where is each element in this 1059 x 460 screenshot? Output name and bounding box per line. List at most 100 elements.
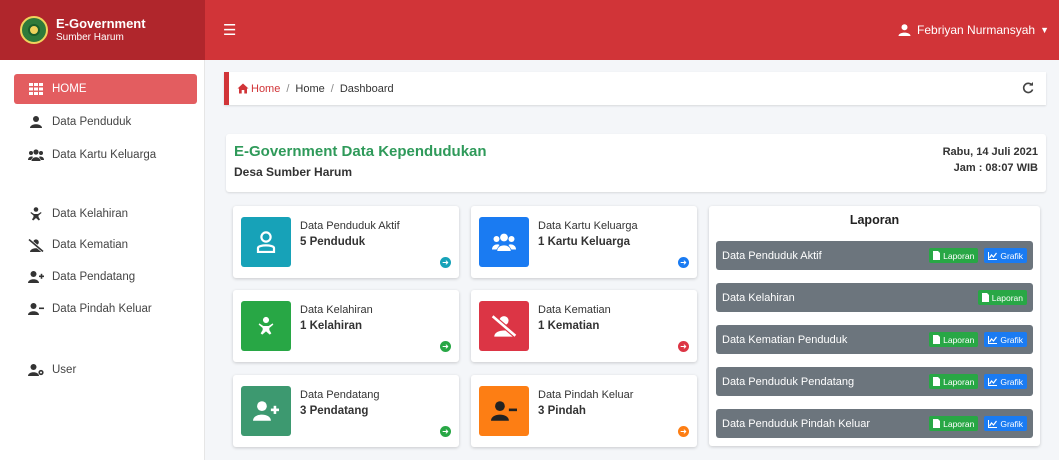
- stat-card-kartu-keluarga[interactable]: Data Kartu Keluarga 1 Kartu Keluarga ➜: [471, 206, 697, 278]
- user-name: Febriyan Nurmansyah: [917, 23, 1036, 37]
- sidebar-item-label: Data Pindah Keluar: [52, 303, 152, 315]
- report-title: Laporan: [849, 213, 900, 227]
- file-icon: [933, 419, 941, 428]
- stat-card-pindah-keluar[interactable]: Data Pindah Keluar 3 Pindah ➜: [471, 375, 697, 447]
- grafik-button[interactable]: Grafik: [984, 332, 1027, 347]
- report-row-pindah-keluar: Data Penduduk Pindah Keluar Laporan Graf…: [716, 409, 1033, 438]
- sidebar-item-data-kartu-keluarga[interactable]: Data Kartu Keluarga: [14, 140, 197, 170]
- arrow-right-circle-icon[interactable]: ➜: [678, 426, 689, 437]
- sidebar-item-home[interactable]: HOME: [14, 74, 197, 104]
- grafik-button[interactable]: Grafik: [984, 374, 1027, 389]
- breadcrumb-home-link[interactable]: Home: [237, 83, 280, 95]
- arrow-right-circle-icon[interactable]: ➜: [440, 257, 451, 268]
- user-minus-icon: [479, 386, 529, 436]
- users-icon: [28, 148, 44, 162]
- stat-card-kelahiran[interactable]: Data Kelahiran 1 Kelahiran ➜: [233, 290, 459, 362]
- file-icon: [933, 377, 941, 386]
- stat-value: 1 Kelahiran: [300, 320, 362, 332]
- sidebar-item-label: Data Kartu Keluarga: [52, 149, 157, 161]
- stat-label: Data Kelahiran: [300, 304, 373, 316]
- navbar: ☰ Febriyan Nurmansyah ▼: [205, 0, 1059, 60]
- chart-icon: [988, 377, 998, 386]
- page-title: E-Government Data Kependudukan: [234, 143, 487, 160]
- breadcrumb-bar: Home / Home / Dashboard: [224, 72, 1046, 105]
- file-icon: [981, 293, 989, 302]
- laporan-button[interactable]: Laporan: [977, 290, 1027, 305]
- brand-logo: [20, 16, 48, 44]
- chart-icon: [988, 251, 998, 260]
- brand-subtitle: Sumber Harum: [56, 31, 124, 43]
- sidebar-item-label: Data Pendatang: [52, 271, 136, 283]
- chart-icon: [988, 419, 998, 428]
- sidebar-item-label: HOME: [52, 83, 87, 95]
- page-subtitle: Desa Sumber Harum: [234, 165, 353, 179]
- sidebar-item-label: Data Kematian: [52, 239, 129, 251]
- stat-value: 3 Pindah: [538, 405, 586, 417]
- report-row-label: Data Kelahiran: [722, 291, 795, 304]
- chart-icon: [988, 335, 998, 344]
- home-icon: [237, 83, 249, 94]
- arrow-right-circle-icon[interactable]: ➜: [440, 341, 451, 352]
- sidebar-item-data-kelahiran[interactable]: Data Kelahiran: [14, 199, 197, 229]
- user-menu[interactable]: Febriyan Nurmansyah ▼: [898, 23, 1049, 37]
- header-card: E-Government Data Kependudukan Desa Sumb…: [226, 134, 1046, 192]
- user-outline-icon: [241, 217, 291, 267]
- arrow-right-circle-icon[interactable]: ➜: [678, 257, 689, 268]
- sidebar-item-data-penduduk[interactable]: Data Penduduk: [14, 107, 197, 137]
- sidebar-item-data-pendatang[interactable]: Data Pendatang: [14, 262, 197, 292]
- sidebar: HOME Data Penduduk Data Kartu Keluarga D…: [0, 60, 205, 460]
- report-row-kelahiran: Data Kelahiran Laporan: [716, 283, 1033, 312]
- stat-label: Data Kematian: [538, 304, 611, 316]
- report-row-label: Data Penduduk Aktif: [722, 249, 822, 262]
- sidebar-item-label: User: [52, 364, 77, 376]
- grafik-button[interactable]: Grafik: [984, 416, 1027, 431]
- top-bar: E-Government Sumber Harum ☰ Febriyan Nur…: [0, 0, 1059, 60]
- grid-icon: [28, 82, 44, 96]
- breadcrumb: Home / Home / Dashboard: [237, 83, 394, 95]
- user-icon: [28, 115, 44, 129]
- laporan-button[interactable]: Laporan: [929, 374, 979, 389]
- stat-value: 1 Kartu Keluarga: [538, 236, 631, 248]
- baby-icon: [241, 301, 291, 351]
- stat-label: Data Pendatang: [300, 389, 380, 401]
- user-icon: [898, 24, 911, 36]
- grafik-button[interactable]: Grafik: [984, 248, 1027, 263]
- report-row-pendatang: Data Penduduk Pendatang Laporan Grafik: [716, 367, 1033, 396]
- breadcrumb-level1[interactable]: Home: [295, 83, 324, 95]
- file-icon: [933, 251, 941, 260]
- arrow-right-circle-icon[interactable]: ➜: [440, 426, 451, 437]
- stat-value: 3 Pendatang: [300, 405, 369, 417]
- users-icon: [479, 217, 529, 267]
- user-minus-icon: [28, 302, 44, 316]
- report-panel: Laporan Data Penduduk Aktif Laporan Graf…: [709, 206, 1040, 446]
- stat-label: Data Kartu Keluarga: [538, 220, 638, 232]
- menu-toggle-icon[interactable]: ☰: [223, 21, 236, 39]
- report-row-penduduk-aktif: Data Penduduk Aktif Laporan Grafik: [716, 241, 1033, 270]
- stat-card-pendatang[interactable]: Data Pendatang 3 Pendatang ➜: [233, 375, 459, 447]
- baby-icon: [28, 207, 44, 221]
- user-slash-icon: [28, 238, 44, 252]
- arrow-right-circle-icon[interactable]: ➜: [678, 341, 689, 352]
- stat-label: Data Penduduk Aktif: [300, 220, 400, 232]
- stat-value: 1 Kematian: [538, 320, 600, 332]
- laporan-button[interactable]: Laporan: [929, 416, 979, 431]
- brand[interactable]: E-Government Sumber Harum: [0, 0, 205, 60]
- stat-card-penduduk-aktif[interactable]: Data Penduduk Aktif 5 Penduduk ➜: [233, 206, 459, 278]
- caret-down-icon: ▼: [1040, 25, 1049, 35]
- current-date: Rabu, 14 Juli 2021: [942, 146, 1038, 158]
- report-row-label: Data Penduduk Pindah Keluar: [722, 417, 870, 430]
- stat-card-kematian[interactable]: Data Kematian 1 Kematian ➜: [471, 290, 697, 362]
- reload-icon[interactable]: [1022, 81, 1034, 97]
- report-row-kematian: Data Kematian Penduduk Laporan Grafik: [716, 325, 1033, 354]
- sidebar-item-user[interactable]: User: [14, 355, 197, 385]
- sidebar-item-data-kematian[interactable]: Data Kematian: [14, 230, 197, 260]
- report-row-label: Data Kematian Penduduk: [722, 333, 848, 346]
- laporan-button[interactable]: Laporan: [929, 248, 979, 263]
- sidebar-item-data-pindah-keluar[interactable]: Data Pindah Keluar: [14, 294, 197, 324]
- report-row-label: Data Penduduk Pendatang: [722, 375, 855, 388]
- file-icon: [933, 335, 941, 344]
- stat-value: 5 Penduduk: [300, 236, 366, 248]
- laporan-button[interactable]: Laporan: [929, 332, 979, 347]
- brand-title: E-Government: [56, 15, 146, 31]
- breadcrumb-level2: Dashboard: [339, 82, 394, 95]
